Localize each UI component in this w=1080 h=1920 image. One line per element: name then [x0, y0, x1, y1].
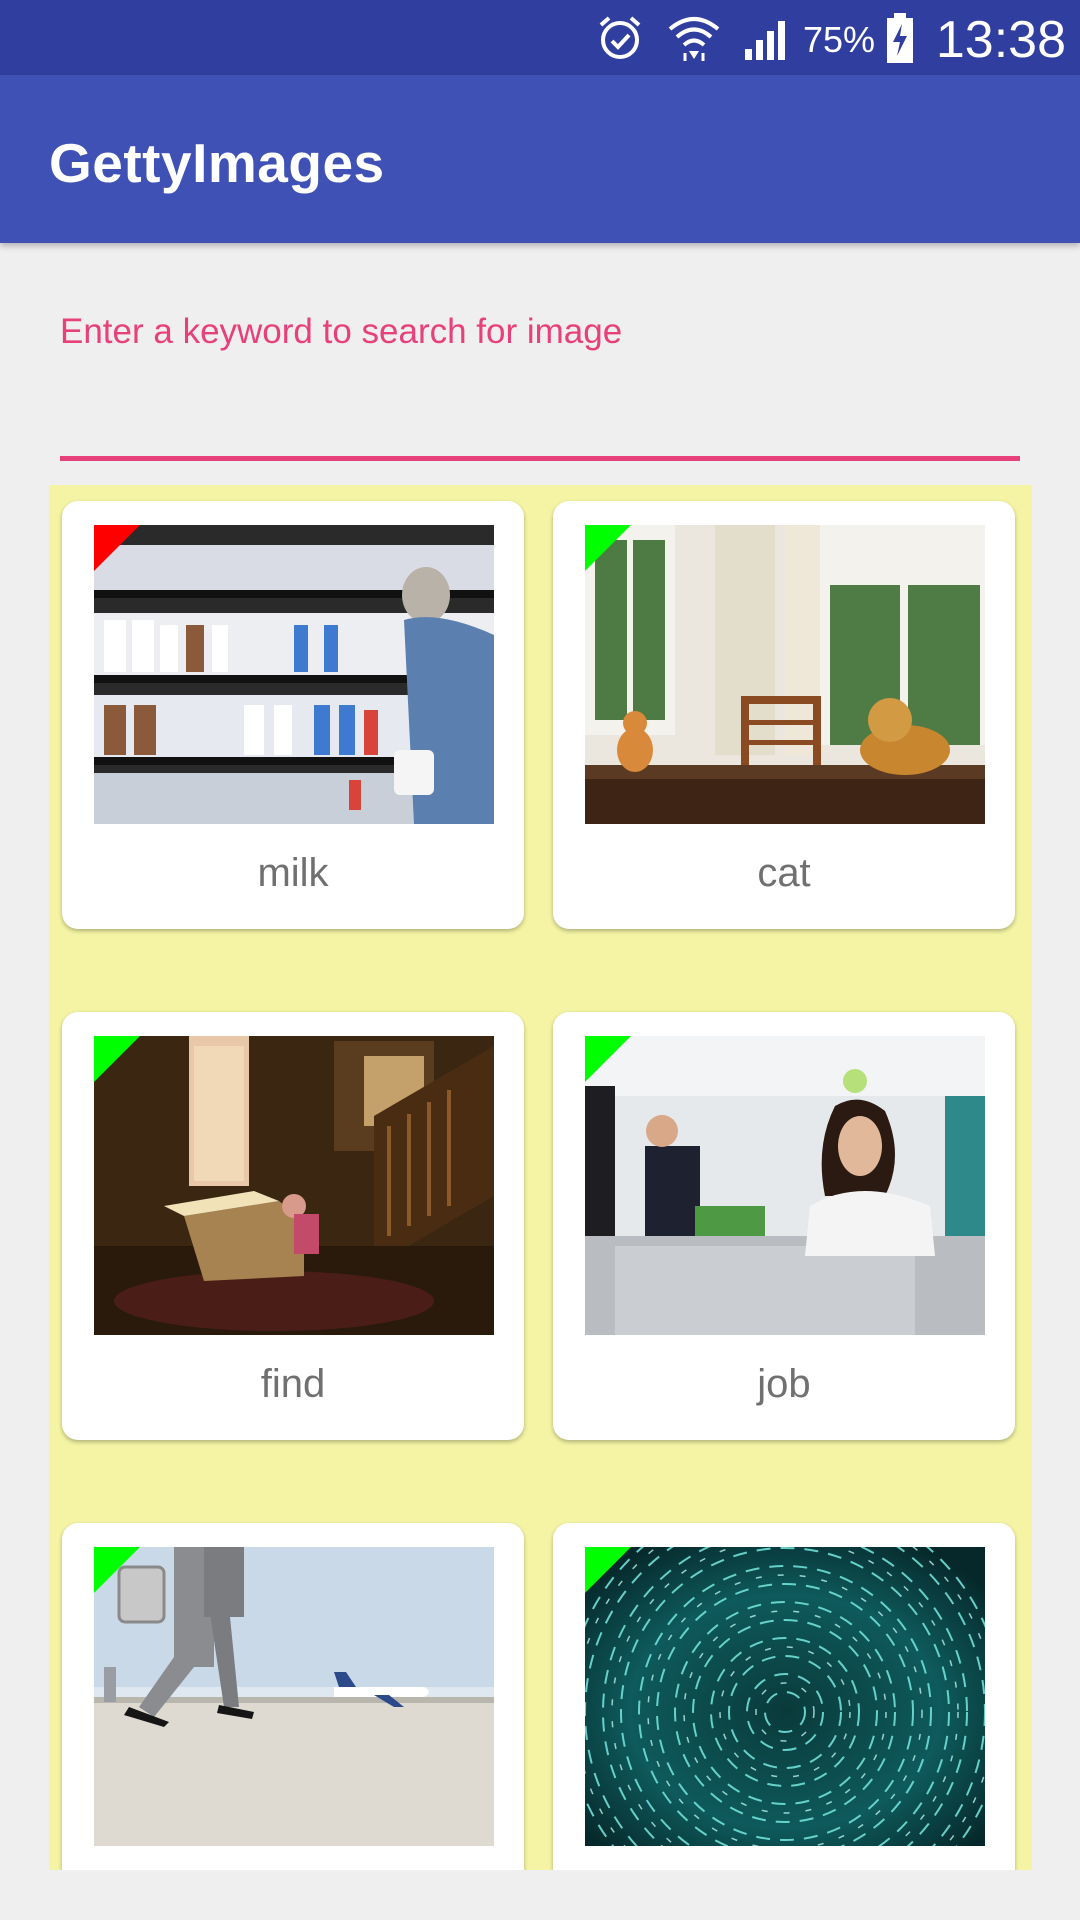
image-card[interactable]: [62, 1523, 524, 1870]
status-marker: [585, 1036, 631, 1082]
image-card[interactable]: milk: [62, 501, 524, 929]
battery-percent: 75%: [802, 19, 875, 60]
signal-icon: [740, 0, 795, 75]
battery-charging-icon: [880, 0, 920, 75]
wifi-icon: [665, 0, 723, 75]
app-bar: GettyImages: [0, 75, 1080, 243]
image-label: milk: [257, 851, 329, 895]
image-card[interactable]: job: [553, 1012, 1015, 1440]
image-label: job: [757, 1362, 811, 1406]
status-marker: [94, 1036, 140, 1082]
clock: 13:38: [935, 11, 1066, 69]
search-hint: Enter a keyword to search for image: [60, 312, 623, 351]
search-underline: [60, 456, 1020, 461]
status-marker: [94, 1547, 140, 1593]
cat-and-dog-image: [585, 525, 985, 824]
app-title: GettyImages: [49, 132, 385, 194]
search-input[interactable]: Enter a keyword to search for image: [60, 300, 1020, 465]
child-opening-box-image: [94, 1036, 494, 1335]
airport-walker-image: [94, 1547, 494, 1846]
image-card[interactable]: cat: [553, 501, 1015, 929]
status-marker: [585, 1547, 631, 1593]
image-grid[interactable]: milk cat find job: [49, 485, 1032, 1870]
milk-aisle-image: [94, 525, 494, 824]
star-trails-image: [585, 1547, 985, 1846]
alarm-icon: [595, 0, 645, 75]
image-card[interactable]: find: [62, 1012, 524, 1440]
office-woman-image: [585, 1036, 985, 1335]
status-marker: [585, 525, 631, 571]
status-bar: 75% 13:38: [0, 0, 1080, 75]
image-label: find: [260, 1362, 326, 1406]
image-card[interactable]: [553, 1523, 1015, 1870]
image-label: cat: [757, 851, 811, 895]
status-marker: [94, 525, 140, 571]
